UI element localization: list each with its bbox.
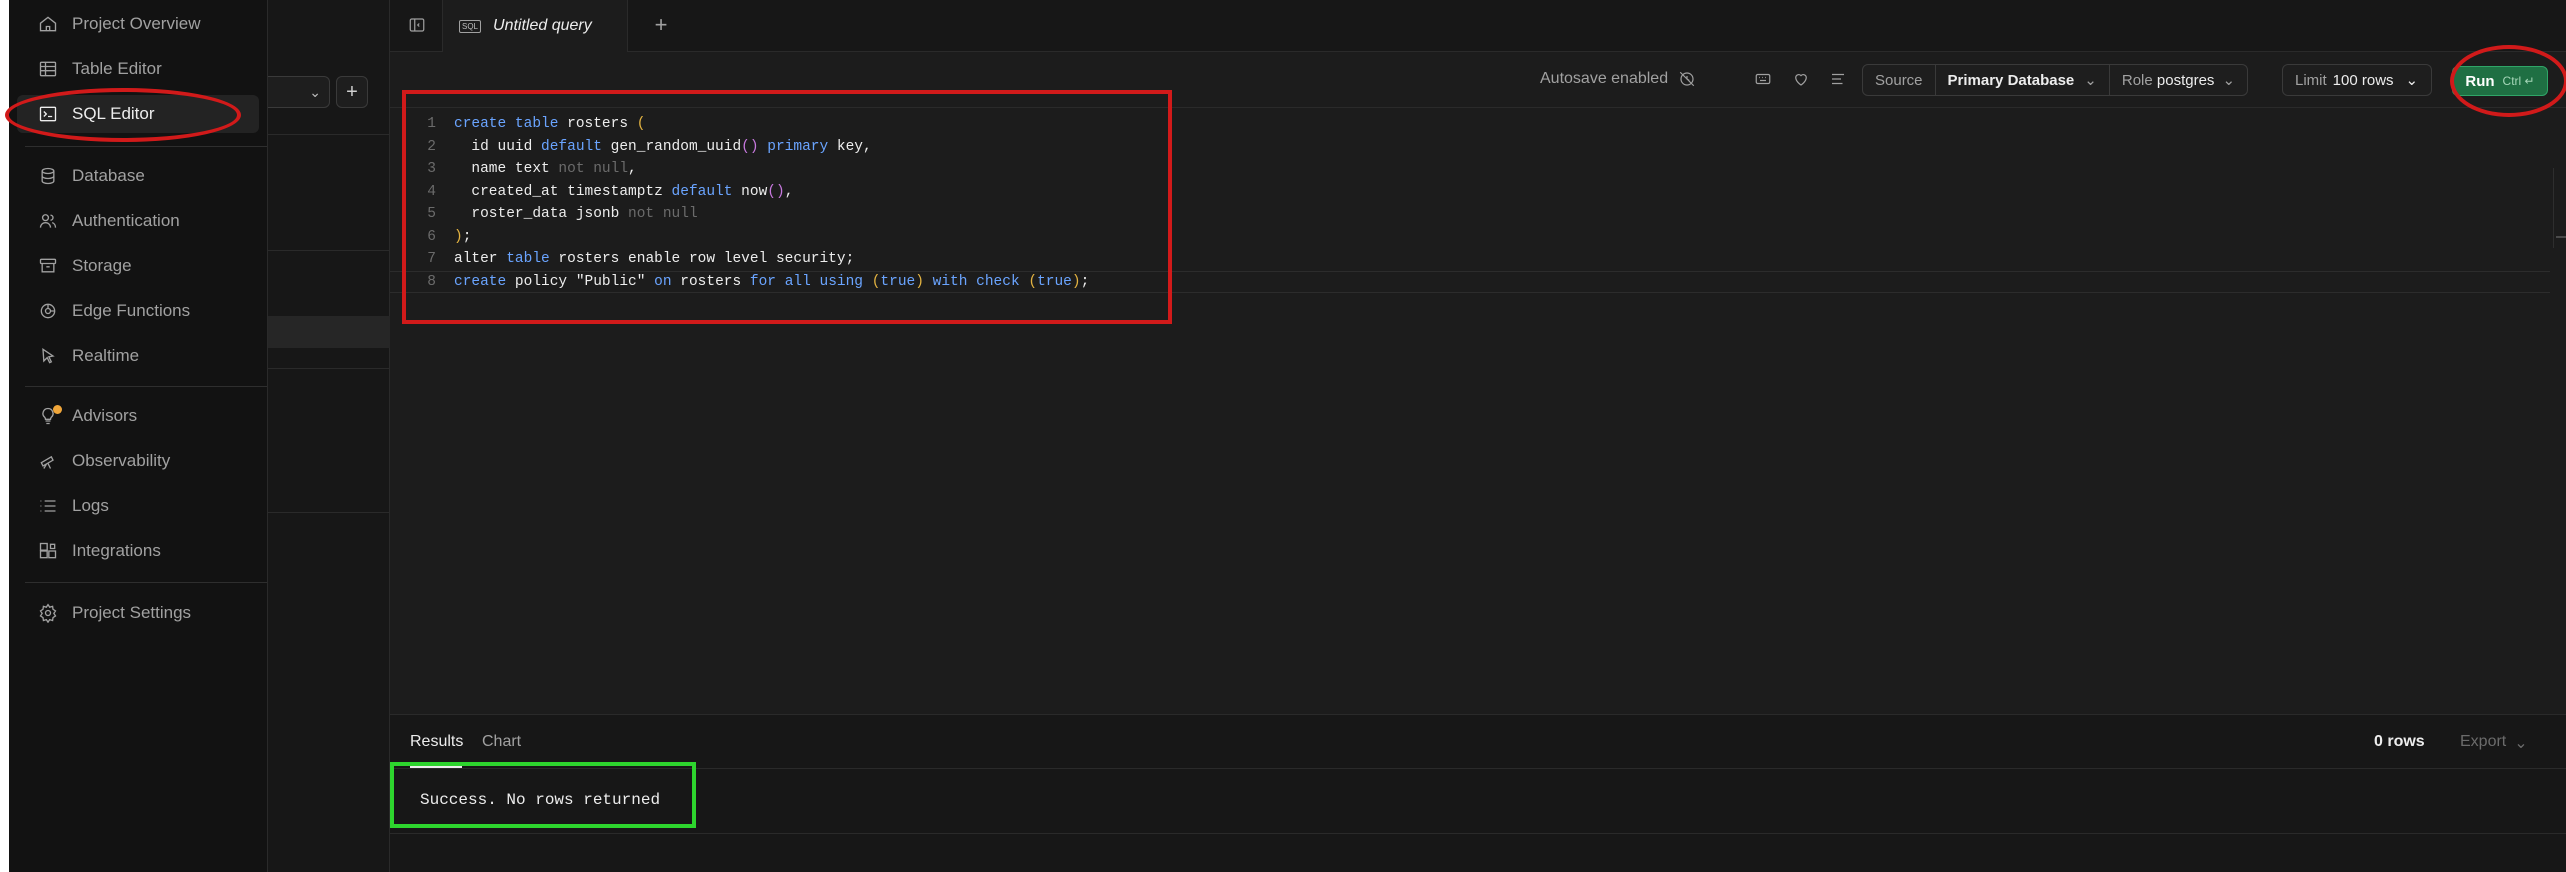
sql-snippets-panel: ⌄ +: [268, 0, 390, 872]
export-label: Export: [2460, 733, 2507, 750]
sidebar-item-database[interactable]: Database: [17, 157, 259, 195]
editor-scrollbar[interactable]: [2553, 168, 2554, 248]
realtime-icon: [37, 345, 59, 367]
home-icon: [37, 13, 59, 35]
tab-untitled-query[interactable]: SQL Untitled query: [442, 0, 628, 52]
sidebar-item-label: Realtime: [72, 346, 140, 365]
new-snippet-button[interactable]: +: [336, 76, 368, 108]
new-tab-button[interactable]: +: [648, 12, 674, 38]
snippet-list-item-selected[interactable]: [268, 316, 390, 348]
sidebar-item-label: Advisors: [72, 406, 138, 425]
panel-divider: [268, 250, 390, 251]
gear-icon: [37, 602, 59, 624]
annotation-box-code: [402, 90, 1172, 324]
autosave-label: Autosave enabled: [1540, 70, 1669, 87]
sidebar-item-label: Table Editor: [72, 59, 162, 78]
sidebar-item-label: Integrations: [72, 541, 161, 560]
sidebar-item-label: Edge Functions: [72, 301, 191, 320]
panel-divider: [268, 512, 390, 513]
database-icon: [37, 165, 59, 187]
chevron-down-icon: ⌄: [2222, 72, 2236, 89]
sidebar-divider: [25, 386, 267, 387]
sidebar-item-label: Database: [72, 166, 145, 185]
sidebar-item-project-overview[interactable]: Project Overview: [17, 5, 259, 43]
limit-value: 100 rows: [2332, 71, 2394, 89]
sidebar-item-observability[interactable]: Observability: [17, 442, 259, 480]
list-icon: [37, 495, 59, 517]
lightbulb-icon: [37, 405, 62, 427]
autosave-status: Autosave enabled: [1540, 70, 1696, 88]
annotation-box-success: [390, 762, 696, 828]
query-tab-bar: SQL Untitled query +: [390, 0, 2566, 52]
sidebar-item-edge-functions[interactable]: Edge Functions: [17, 292, 259, 330]
tab-chart[interactable]: Chart: [482, 733, 521, 751]
sidebar-divider: [25, 582, 267, 583]
sidebar-item-label: Observability: [72, 451, 171, 470]
results-tab-bar: Results Chart 0 rows Export ⌄: [390, 715, 2566, 769]
annotation-circle-sql-editor: [5, 88, 241, 142]
tab-results[interactable]: Results: [410, 733, 463, 751]
sidebar-item-project-settings[interactable]: Project Settings: [17, 594, 259, 632]
keyboard-shortcuts-button[interactable]: [1752, 68, 1774, 90]
sidebar-item-integrations[interactable]: Integrations: [17, 532, 259, 570]
integrations-icon: [37, 540, 59, 562]
sidebar-item-label: Project Overview: [72, 14, 201, 33]
users-icon: [37, 210, 59, 232]
minimap-marker: [2556, 236, 2566, 238]
sidebar-item-label: Logs: [72, 496, 109, 515]
role-select[interactable]: Role postgres ⌄: [2110, 65, 2247, 95]
history-icon[interactable]: [1678, 70, 1696, 88]
panel-divider: [268, 134, 390, 135]
sidebar-item-storage[interactable]: Storage: [17, 247, 259, 285]
table-icon: [37, 58, 59, 80]
row-limit-select[interactable]: Limit 100 rows ⌄: [2282, 64, 2432, 96]
heart-icon: [1795, 74, 1807, 86]
collapse-panel-button[interactable]: [406, 14, 428, 36]
results-panel: Results Chart 0 rows Export ⌄ Success. No…: [390, 714, 2566, 872]
tab-label: Untitled query: [493, 17, 592, 34]
functions-icon: [37, 300, 59, 322]
sidebar-item-logs[interactable]: Logs: [17, 487, 259, 525]
telescope-icon: [37, 450, 59, 472]
sidebar-item-advisors[interactable]: Advisors: [17, 397, 259, 435]
left-edge-strip: [0, 0, 9, 872]
align-left-icon: [1832, 73, 1844, 85]
keyboard-icon: [1755, 73, 1771, 85]
favorite-button[interactable]: [1790, 68, 1812, 90]
chevron-down-icon: ⌄: [2514, 735, 2528, 752]
limit-label: Limit: [2295, 71, 2327, 89]
rows-count: 0 rows: [2374, 733, 2425, 750]
chevron-down-icon: ⌄: [2084, 72, 2097, 89]
sidebar-item-label: Project Settings: [72, 603, 192, 622]
sidebar-item-table-editor[interactable]: Table Editor: [17, 50, 259, 88]
source-label: Source: [1863, 65, 1936, 95]
snippet-filter-select[interactable]: ⌄: [268, 76, 330, 108]
sidebar-divider: [25, 146, 267, 147]
export-button[interactable]: Export ⌄: [2460, 733, 2528, 753]
sql-file-icon: SQL: [459, 19, 482, 33]
annotation-circle-run: [2450, 45, 2566, 117]
chevron-down-icon: ⌄: [2405, 72, 2419, 89]
sidebar-toggle-icon: [409, 18, 425, 32]
sidebar-item-realtime[interactable]: Realtime: [17, 337, 259, 375]
sidebar-item-label: Authentication: [72, 211, 180, 230]
connection-selector: Source Primary Database ⌄ Role postgres ⌄: [1862, 64, 2249, 96]
results-divider: [390, 833, 2566, 834]
chevrons-icon: ⌄: [309, 83, 321, 100]
archive-icon: [37, 255, 59, 277]
sidebar-item-label: Storage: [72, 256, 132, 275]
panel-divider: [268, 368, 390, 369]
format-button[interactable]: [1827, 68, 1849, 90]
sidebar-item-authentication[interactable]: Authentication: [17, 202, 259, 240]
database-select[interactable]: Primary Database ⌄: [1936, 65, 2110, 95]
